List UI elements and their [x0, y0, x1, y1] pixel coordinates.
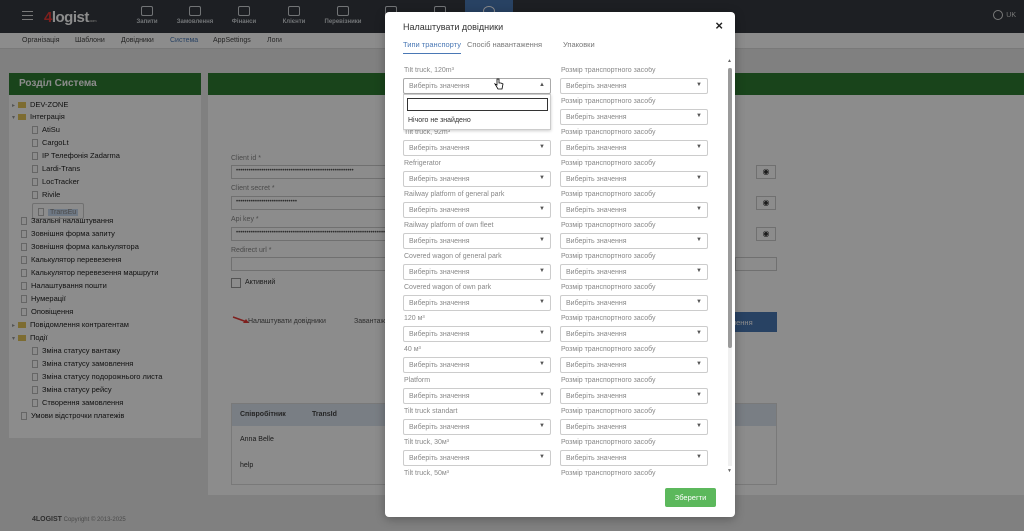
size-label: Розмір транспортного засобу	[561, 377, 656, 384]
dropdown-search-input[interactable]	[407, 98, 548, 111]
transport-select[interactable]: Виберіть значення ▼	[403, 419, 551, 435]
chevron-down-icon: ▼	[696, 237, 702, 243]
chevron-down-icon: ▼	[696, 175, 702, 181]
transport-select[interactable]: Виберіть значення ▼	[403, 202, 551, 218]
chevron-down-icon: ▼	[539, 361, 545, 367]
chevron-down-icon: ▼	[539, 299, 545, 305]
size-label: Розмір транспортного засобу	[561, 191, 656, 198]
transport-type-label: Tilt truck, 92m³	[404, 129, 451, 136]
chevron-down-icon: ▼	[696, 454, 702, 460]
size-select[interactable]: Виберіть значення ▼	[560, 388, 708, 404]
size-label: Розмір транспортного засобу	[561, 408, 656, 415]
chevron-down-icon: ▼	[539, 330, 545, 336]
select-dropdown: Нічого не знайдено	[403, 94, 551, 130]
mouse-pointer-icon	[494, 78, 504, 90]
chevron-down-icon: ▼	[539, 206, 545, 212]
chevron-down-icon: ▼	[539, 144, 545, 150]
tab-loading-method[interactable]: Спосіб навантаження	[467, 40, 542, 53]
chevron-down-icon: ▼	[539, 237, 545, 243]
scroll-up-icon[interactable]: ▲	[727, 58, 732, 64]
size-select[interactable]: Виберіть значення ▼	[560, 233, 708, 249]
size-select[interactable]: Виберіть значення ▼	[560, 78, 708, 94]
transport-select[interactable]: Виберіть значення ▼	[403, 357, 551, 373]
transport-select[interactable]: Виберіть значення ▼	[403, 264, 551, 280]
size-label: Розмір транспортного засобу	[561, 129, 656, 136]
chevron-down-icon: ▼	[539, 392, 545, 398]
size-select[interactable]: Виберіть значення ▼	[560, 109, 708, 125]
size-select[interactable]: Виберіть значення ▼	[560, 450, 708, 466]
tab-packaging[interactable]: Упаковки	[563, 40, 595, 53]
size-label: Розмір транспортного засобу	[561, 98, 656, 105]
size-select[interactable]: Виберіть значення ▼	[560, 202, 708, 218]
transport-select[interactable]: Виберіть значення ▼	[403, 233, 551, 249]
transport-type-label: Covered wagon of general park	[404, 253, 502, 260]
chevron-down-icon: ▼	[539, 175, 545, 181]
size-select[interactable]: Виберіть значення ▼	[560, 171, 708, 187]
chevron-down-icon: ▼	[696, 113, 702, 119]
chevron-down-icon: ▼	[696, 361, 702, 367]
transport-select[interactable]: Виберіть значення ▼	[403, 140, 551, 156]
chevron-down-icon: ▼	[539, 423, 545, 429]
transport-type-label: 40 м³	[404, 346, 421, 353]
chevron-up-icon: ▲	[539, 82, 545, 88]
size-label: Розмір транспортного засобу	[561, 439, 656, 446]
size-select[interactable]: Виберіть значення ▼	[560, 295, 708, 311]
transport-type-label: Refrigerator	[404, 160, 441, 167]
transport-select[interactable]: Виберіть значення ▼	[403, 171, 551, 187]
modal-title: Налаштувати довідники	[403, 22, 504, 32]
transport-select[interactable]: Виберіть значення ▲	[403, 78, 551, 94]
save-button[interactable]: Зберегти	[665, 488, 716, 507]
chevron-down-icon: ▼	[696, 144, 702, 150]
transport-type-label: Railway platform of general park	[404, 191, 505, 198]
transport-type-label: Railway platform of own fleet	[404, 222, 494, 229]
transport-type-label: Platform	[404, 377, 431, 384]
size-label: Розмір транспортного засобу	[561, 346, 656, 353]
size-label: Розмір транспортного засобу	[561, 284, 656, 291]
transport-select[interactable]: Виберіть значення ▼	[403, 450, 551, 466]
scroll-down-icon[interactable]: ▼	[727, 468, 732, 474]
scrollbar-thumb[interactable]	[728, 68, 732, 348]
modal-scrollbar[interactable]: ▲ ▼	[727, 58, 733, 476]
transport-type-label: Tilt truck standart	[404, 408, 458, 415]
chevron-down-icon: ▼	[696, 330, 702, 336]
chevron-down-icon: ▼	[539, 454, 545, 460]
directory-settings-modal: Налаштувати довідники × Типи транспорту …	[385, 12, 735, 517]
transport-type-label: 120 м³	[404, 315, 425, 322]
size-select[interactable]: Виберіть значення ▼	[560, 419, 708, 435]
chevron-down-icon: ▼	[696, 392, 702, 398]
chevron-down-icon: ▼	[696, 299, 702, 305]
size-select[interactable]: Виберіть значення ▼	[560, 326, 708, 342]
size-label: Розмір транспортного засобу	[561, 222, 656, 229]
chevron-down-icon: ▼	[696, 206, 702, 212]
size-label: Розмір транспортного засобу	[561, 315, 656, 322]
transport-select[interactable]: Виберіть значення ▼	[403, 326, 551, 342]
transport-type-label: Tilt truck, 120m³	[404, 67, 454, 74]
size-select[interactable]: Виберіть значення ▼	[560, 264, 708, 280]
size-label: Розмір транспортного засобу	[561, 67, 656, 74]
transport-select[interactable]: Виберіть значення ▼	[403, 388, 551, 404]
transport-select[interactable]: Виберіть значення ▼	[403, 295, 551, 311]
close-icon[interactable]: ×	[715, 18, 723, 33]
chevron-down-icon: ▼	[696, 423, 702, 429]
size-label: Розмір транспортного засобу	[561, 470, 656, 477]
chevron-down-icon: ▼	[696, 82, 702, 88]
modal-scroll-area[interactable]: Tilt truck, 120m³ Розмір транспортного з…	[403, 67, 733, 477]
chevron-down-icon: ▼	[539, 268, 545, 274]
dropdown-empty-message: Нічого не знайдено	[408, 117, 471, 124]
transport-type-label: Tilt truck, 50м³	[404, 470, 450, 477]
transport-type-label: Tilt truck, 30м³	[404, 439, 450, 446]
transport-type-label: Covered wagon of own park	[404, 284, 492, 291]
size-select[interactable]: Виберіть значення ▼	[560, 140, 708, 156]
size-label: Розмір транспортного засобу	[561, 253, 656, 260]
chevron-down-icon: ▼	[696, 268, 702, 274]
size-select[interactable]: Виберіть значення ▼	[560, 357, 708, 373]
size-label: Розмір транспортного засобу	[561, 160, 656, 167]
tab-transport-types[interactable]: Типи транспорту	[403, 40, 461, 54]
